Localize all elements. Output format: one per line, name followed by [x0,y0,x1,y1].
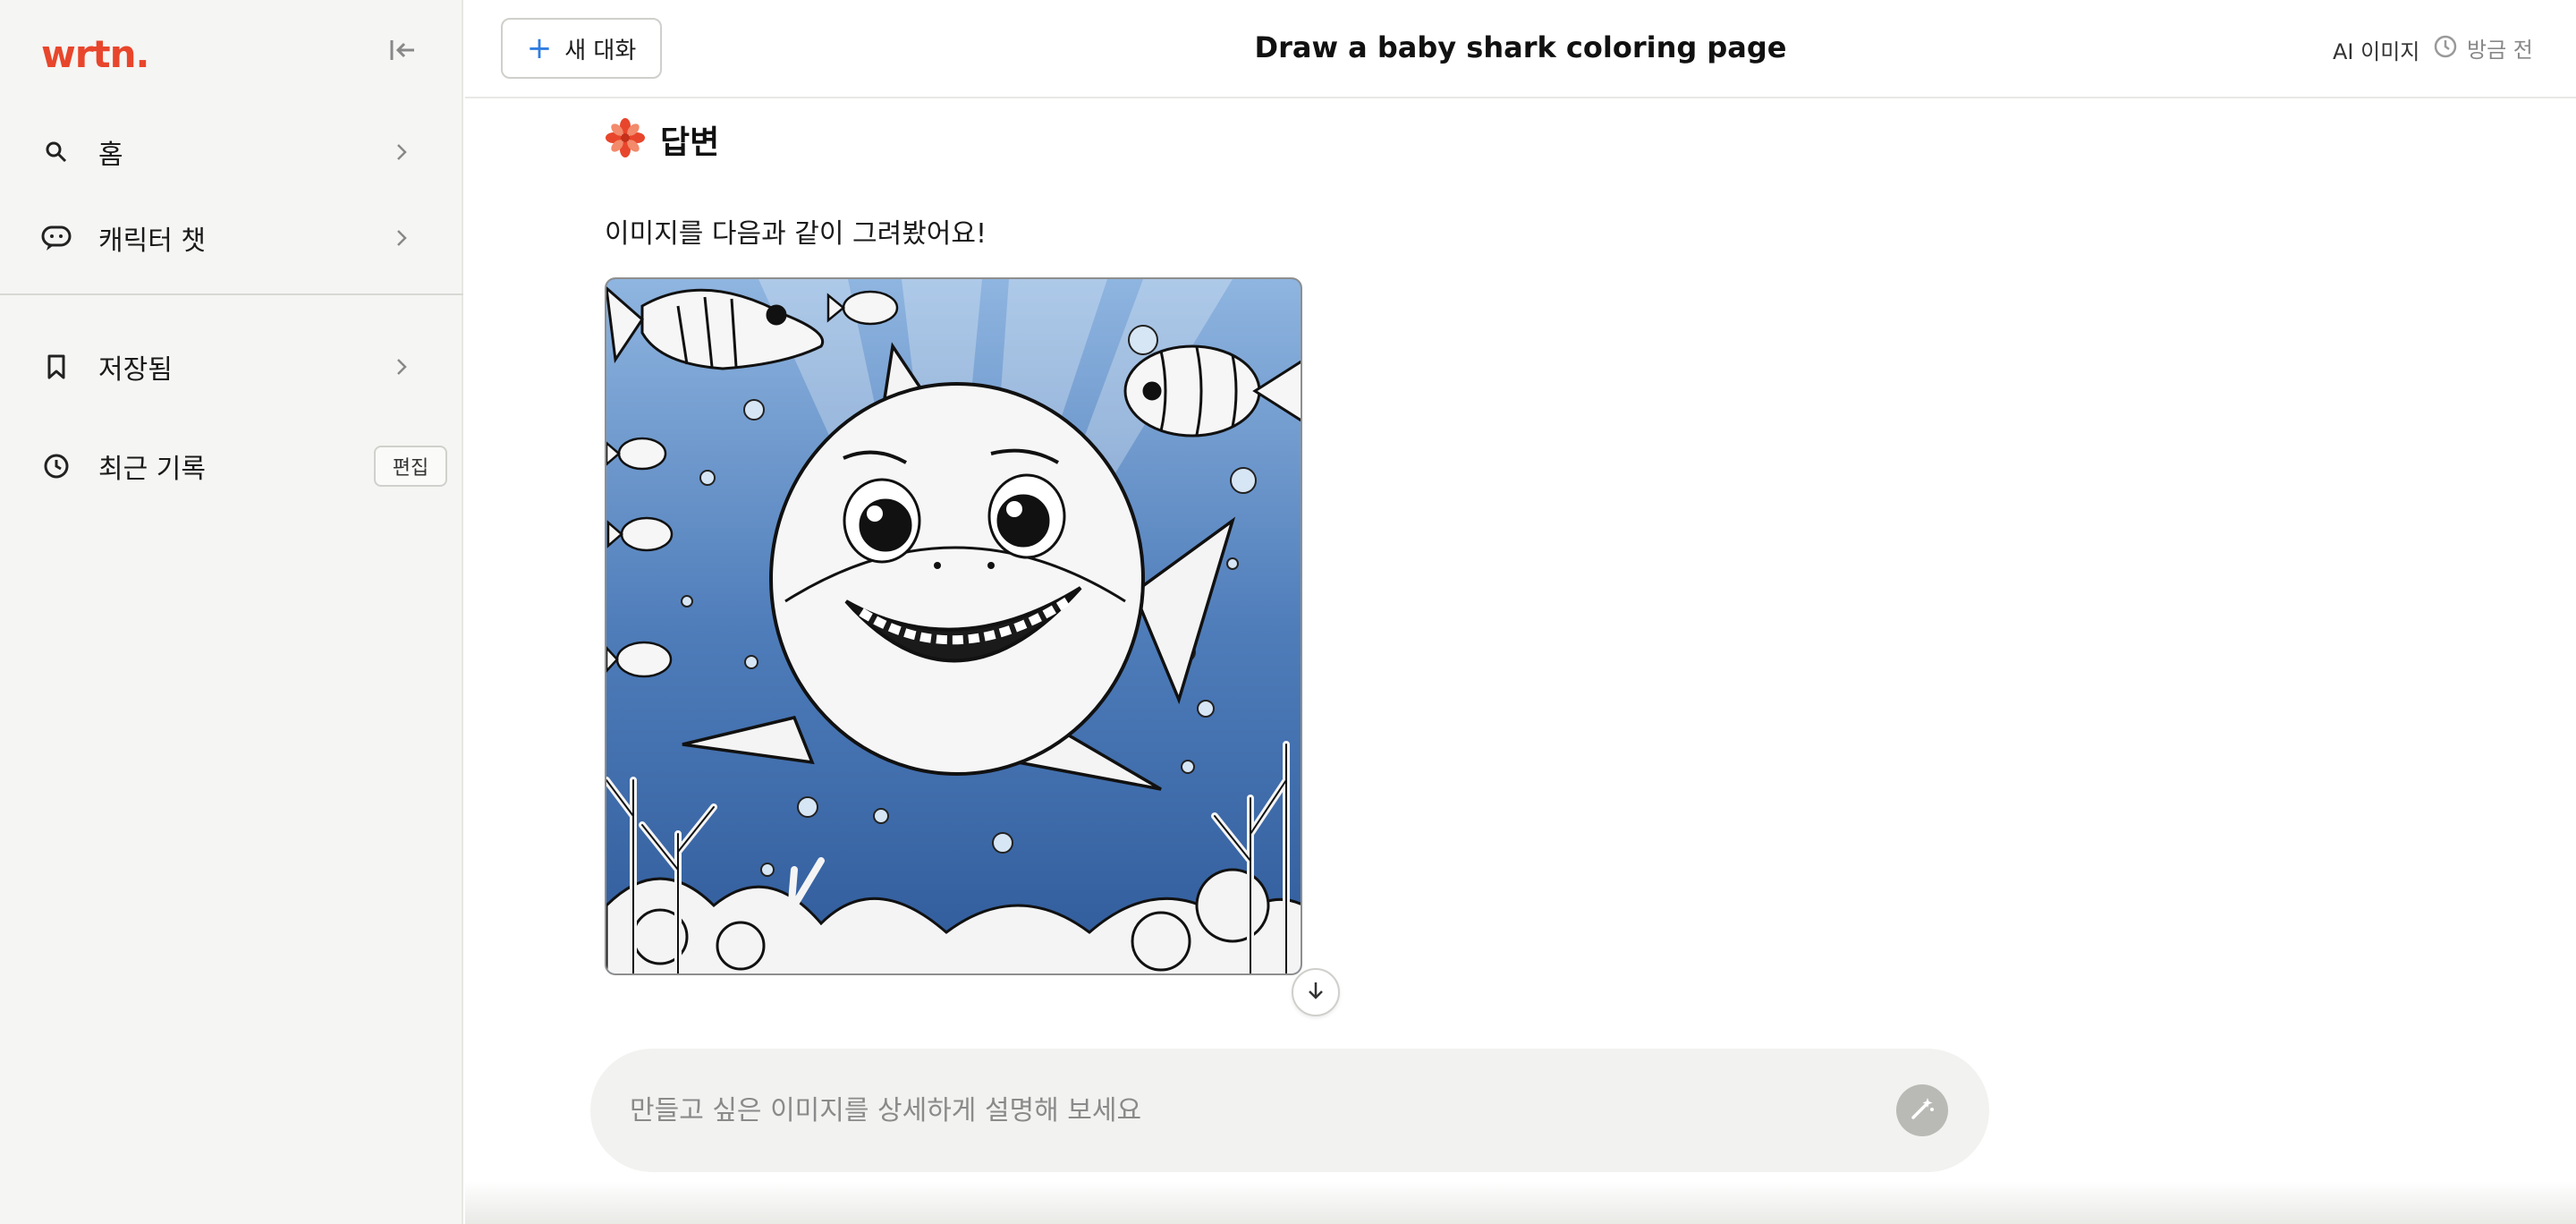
edit-recent-button[interactable]: 편집 [374,446,447,487]
clock-icon [2433,34,2458,63]
chevron-right-icon [386,137,417,167]
clock-icon [41,451,72,481]
sidebar-divider [0,293,463,295]
chat-bubble-icon [41,223,72,253]
sidebar-item-label: 저장됨 [98,354,173,386]
generated-image[interactable] [605,277,1302,975]
search-icon [41,137,72,167]
sidebar-item-label: 홈 [98,140,123,171]
prompt-input[interactable] [630,1079,1837,1142]
chevron-right-icon [386,352,417,382]
top-header: + 새 대화 Draw a baby shark coloring page A… [465,0,2576,98]
sidebar-item-character-chat[interactable]: 캐릭터 챗 [0,202,463,274]
answer-message: 이미지를 다음과 같이 그려봤어요! [605,218,987,250]
bookmark-icon [41,352,72,382]
new-chat-button[interactable]: + 새 대화 [501,18,662,79]
answer-heading: 답변 [605,116,719,163]
sidebar-item-label: 최근 기록 [98,454,206,485]
sidebar-item-label: 캐릭터 챗 [98,225,206,257]
page-title: Draw a baby shark coloring page [1254,30,1787,64]
new-chat-label: 새 대화 [564,37,637,64]
magic-wand-icon [1908,1094,1936,1126]
sidebar-item-home[interactable]: 홈 [0,116,463,188]
timestamp: 방금 전 [2433,32,2533,64]
bottom-fade [465,1181,2576,1224]
plus-icon: + [526,30,553,66]
answer-title: 답변 [660,124,720,161]
sidebar: wrtn. 홈 캐릭터 챗 저장됨 최근 기록 편집 [0,0,463,1224]
baby-shark-illustration [606,279,1301,973]
download-button[interactable] [1292,968,1340,1016]
wrtn-logo[interactable]: wrtn. [41,32,149,76]
chevron-right-icon [386,223,417,253]
wrtn-flower-icon [605,117,646,162]
ai-image-label: AI 이미지 [2333,39,2420,64]
prompt-composer [590,1049,1989,1172]
sidebar-item-saved[interactable]: 저장됨 [0,331,463,403]
collapse-sidebar-icon[interactable] [385,32,420,68]
timestamp-label: 방금 전 [2467,38,2533,63]
generate-button[interactable] [1896,1084,1948,1136]
arrow-down-icon [1304,979,1327,1006]
